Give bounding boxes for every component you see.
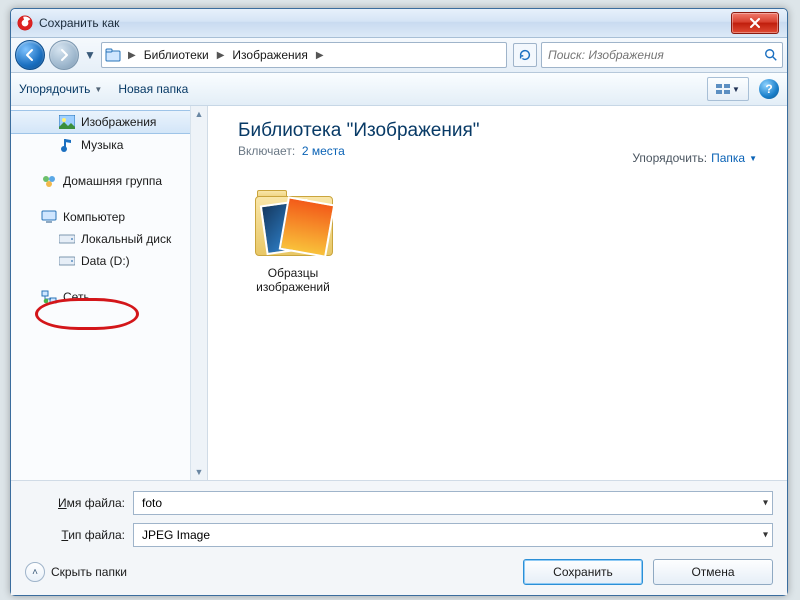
- folder-item-sample-pictures[interactable]: Образцы изображений: [238, 188, 348, 295]
- nav-back-button[interactable]: [15, 40, 45, 70]
- chevron-up-icon: ˄: [25, 562, 45, 582]
- breadcrumb[interactable]: ▶ Библиотеки ▶ Изображения ▶: [101, 42, 507, 68]
- arrow-right-icon: [57, 48, 71, 62]
- save-button[interactable]: Сохранить: [523, 559, 643, 585]
- organize-label: Упорядочить: [19, 82, 90, 96]
- includes-link[interactable]: 2 места: [302, 144, 345, 158]
- breadcrumb-segment[interactable]: Изображения: [226, 43, 313, 67]
- chevron-down-icon[interactable]: ▾: [763, 530, 768, 541]
- filename-row: Имя файла: ▾: [25, 491, 773, 515]
- navigation-pane: Изображения Музыка Домашняя группа: [11, 106, 208, 480]
- scroll-down-icon[interactable]: ▼: [191, 464, 207, 480]
- drive-icon: [59, 253, 75, 269]
- includes-prefix: Включает:: [238, 144, 295, 158]
- sidebar-scrollbar[interactable]: ▲ ▼: [190, 106, 207, 480]
- breadcrumb-segment[interactable]: Библиотеки: [138, 43, 215, 67]
- sidebar-item-homegroup[interactable]: Домашняя группа: [11, 170, 207, 192]
- scroll-up-icon[interactable]: ▲: [191, 106, 207, 122]
- save-panel: Имя файла: ▾ Тип файла: ▾ ˄ Скрыть папки: [11, 480, 787, 595]
- close-button[interactable]: [731, 12, 779, 34]
- sidebar-item-data-d[interactable]: Data (D:): [11, 250, 207, 272]
- footer: ˄ Скрыть папки Сохранить Отмена: [25, 555, 773, 585]
- hide-folders-toggle[interactable]: ˄ Скрыть папки: [25, 562, 127, 582]
- library-icon: [104, 46, 122, 64]
- new-folder-button[interactable]: Новая папка: [118, 82, 188, 96]
- search-input[interactable]: [546, 47, 764, 63]
- homegroup-icon: [41, 173, 57, 189]
- refresh-icon: [518, 48, 532, 62]
- sidebar-label: Data (D:): [81, 254, 130, 268]
- organize-menu[interactable]: Упорядочить ▼: [19, 82, 102, 96]
- filename-combobox[interactable]: ▾: [133, 491, 773, 515]
- view-mode-button[interactable]: ▼: [707, 77, 749, 101]
- navigation-bar: ▼ ▶ Библиотеки ▶ Изображения ▶: [11, 38, 787, 73]
- sidebar-item-network[interactable]: Сеть: [11, 286, 207, 308]
- drive-icon: [59, 231, 75, 247]
- filetype-label: Тип файла:: [25, 528, 133, 542]
- cancel-button[interactable]: Отмена: [653, 559, 773, 585]
- search-icon: [764, 48, 778, 62]
- library-title: Библиотека "Изображения": [238, 120, 769, 142]
- arrange-by-value: Папка: [711, 151, 745, 165]
- filetype-row: Тип файла: ▾: [25, 523, 773, 547]
- arrange-by-label: Упорядочить:: [632, 151, 707, 165]
- arrange-by[interactable]: Упорядочить: Папка ▼: [632, 151, 757, 165]
- save-as-dialog: Сохранить как ▼ ▶ Библиотеки ▶ Изображен…: [10, 8, 788, 596]
- sidebar-label: Сеть: [63, 290, 90, 304]
- sidebar-item-pictures[interactable]: Изображения: [11, 110, 207, 134]
- chevron-right-icon: ▶: [314, 50, 326, 61]
- filename-input[interactable]: [140, 495, 766, 511]
- view-icon: [716, 83, 730, 95]
- sidebar-label: Домашняя группа: [63, 174, 162, 188]
- sidebar-label: Изображения: [81, 115, 156, 129]
- sidebar-label: Компьютер: [63, 210, 125, 224]
- help-icon: ?: [765, 82, 772, 96]
- filetype-combobox[interactable]: ▾: [133, 523, 773, 547]
- nav-forward-button[interactable]: [49, 40, 79, 70]
- chevron-down-icon: ▼: [732, 85, 740, 94]
- sidebar-label: Музыка: [81, 138, 123, 152]
- chevron-down-icon: ▼: [94, 85, 102, 94]
- music-icon: [59, 137, 75, 153]
- network-icon: [41, 289, 57, 305]
- hide-folders-label: Скрыть папки: [51, 565, 127, 579]
- sidebar-item-computer[interactable]: Компьютер: [11, 206, 207, 228]
- filename-label: Имя файла:: [25, 496, 133, 510]
- sidebar-item-local-disk[interactable]: Локальный диск: [11, 228, 207, 250]
- close-icon: [749, 18, 761, 28]
- folder-icon: [249, 188, 337, 262]
- window-title: Сохранить как: [39, 16, 119, 30]
- sidebar-item-music[interactable]: Музыка: [11, 134, 207, 156]
- app-icon: [17, 15, 33, 31]
- refresh-button[interactable]: [513, 43, 537, 67]
- chevron-right-icon: ▶: [215, 50, 227, 61]
- folder-label: Образцы изображений: [238, 266, 348, 295]
- file-list[interactable]: Образцы изображений: [238, 188, 769, 295]
- sidebar-label: Локальный диск: [81, 232, 171, 246]
- nav-history-dropdown[interactable]: ▼: [83, 48, 97, 62]
- toolbar: Упорядочить ▼ Новая папка ▼ ?: [11, 73, 787, 106]
- chevron-right-icon: ▶: [126, 50, 138, 61]
- arrow-left-icon: [23, 48, 37, 62]
- search-box[interactable]: [541, 42, 783, 68]
- new-folder-label: Новая папка: [118, 82, 188, 96]
- chevron-down-icon[interactable]: ▾: [763, 498, 768, 509]
- filetype-input[interactable]: [140, 527, 766, 543]
- titlebar[interactable]: Сохранить как: [11, 9, 787, 38]
- chevron-down-icon: ▼: [749, 154, 757, 163]
- computer-icon: [41, 209, 57, 225]
- help-button[interactable]: ?: [759, 79, 779, 99]
- pictures-icon: [59, 114, 75, 130]
